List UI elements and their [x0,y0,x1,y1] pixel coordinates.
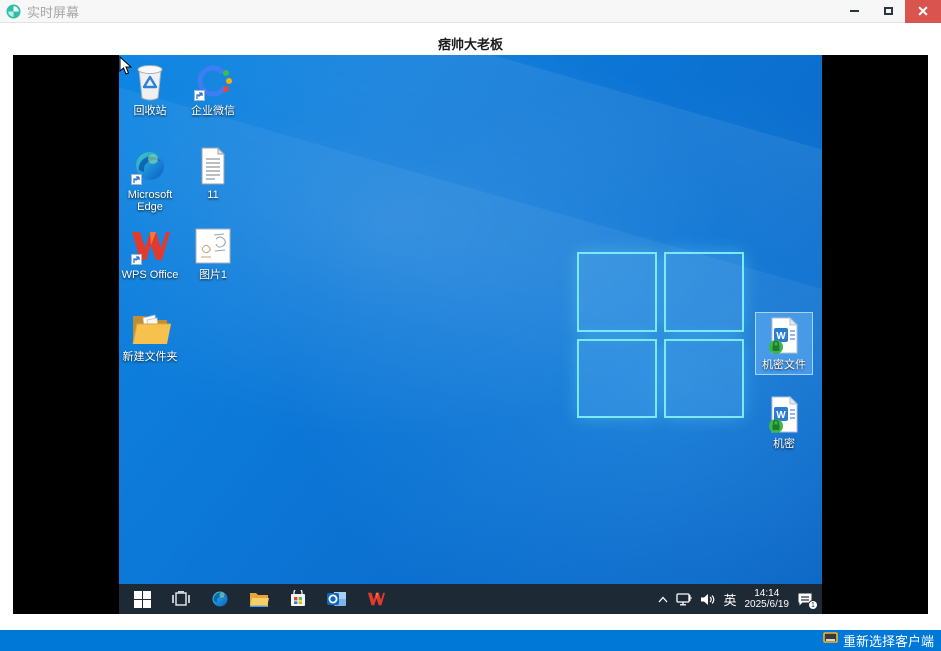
folder-icon [129,307,171,349]
reselect-client-button[interactable]: 重新选择客户端 [823,631,941,650]
edge-icon [210,589,230,609]
notification-message-icon[interactable]: 1 [797,592,814,607]
volume-icon[interactable] [700,593,715,606]
edge-icon [129,145,171,187]
desktop-icon-text-document-11[interactable]: 11 [184,143,242,204]
wps-icon [366,590,386,608]
desktop-icon-picture-1[interactable]: 图片1 [184,223,242,284]
mouse-cursor-icon [119,56,132,80]
icon-label: 新建文件夹 [123,351,178,363]
icon-label: 11 [207,189,218,201]
notification-badge: 1 [808,600,818,610]
desktop-icon-new-folder[interactable]: 新建文件夹 [121,305,179,366]
wps-icon [129,225,171,267]
close-button[interactable] [905,0,941,23]
network-icon[interactable] [676,593,692,606]
maximize-button[interactable] [871,0,905,23]
app-logo-icon [6,4,21,19]
clock-date: 2025/6/19 [745,599,790,610]
word-document-lock-icon: W [763,315,805,357]
minimize-icon [850,10,859,12]
start-button[interactable] [131,588,153,610]
file-explorer-button[interactable] [248,588,270,610]
microsoft-store-icon [289,590,307,608]
minimize-button[interactable] [837,0,871,23]
outlook-button[interactable] [326,588,348,610]
text-document-icon [192,145,234,187]
shortcut-arrow-icon [194,90,205,101]
taskbar: 英 14:14 2025/6/19 1 [119,584,822,614]
task-view-button[interactable] [170,588,192,610]
maximize-icon [884,7,893,15]
desktop-icon-wps-office[interactable]: WPS Office [121,223,179,284]
reselect-client-label: 重新选择客户端 [843,631,934,650]
icon-label: 回收站 [134,105,167,117]
remote-screen-view[interactable]: 回收站 企业微信 [13,55,928,614]
taskbar-edge-button[interactable] [209,588,231,610]
client-name-strip: 痞帅大老板 [0,24,941,55]
icon-label: 机密文件 [762,359,806,371]
taskbar-wps-button[interactable] [365,588,387,610]
task-view-icon [172,591,190,607]
ime-indicator[interactable]: 英 [723,590,736,609]
icon-label: 图片1 [199,269,227,281]
clock[interactable]: 14:14 2025/6/19 [745,588,790,610]
word-document-lock-icon: W [763,394,805,436]
client-name: 痞帅大老板 [438,34,503,55]
icon-label: 机密 [773,438,795,450]
icon-label: WPS Office [122,269,179,281]
microsoft-store-button[interactable] [287,588,309,610]
shortcut-arrow-icon [131,174,142,185]
recycle-bin-icon [129,61,171,103]
shortcut-arrow-icon [131,254,142,265]
titlebar: 实时屏幕 [0,0,941,23]
icon-label: Microsoft Edge [121,189,179,213]
outlook-icon [327,590,347,608]
wechat-work-icon [192,61,234,103]
desktop-icon-microsoft-edge[interactable]: Microsoft Edge [121,143,179,216]
desktop-icon-secure-file[interactable]: W 机密文件 [755,312,813,375]
file-explorer-icon [249,591,269,608]
icon-label: 企业微信 [191,105,235,117]
clock-time: 14:14 [745,588,790,599]
desktop-icon-secure[interactable]: W 机密 [755,392,813,453]
windows-wallpaper-logo [577,252,744,418]
windows-start-icon [134,591,151,608]
tray-chevron-up-icon[interactable] [658,596,668,603]
live-screen-window: 实时屏幕 痞帅大老板 [0,0,941,651]
remote-desktop[interactable]: 回收站 企业微信 [119,55,822,614]
picture-thumbnail-icon [192,225,234,267]
client-monitor-icon [823,632,838,650]
desktop-icon-wechat-work[interactable]: 企业微信 [184,59,242,120]
footer-bar: 重新选择客户端 [0,630,941,651]
window-title: 实时屏幕 [27,2,79,21]
